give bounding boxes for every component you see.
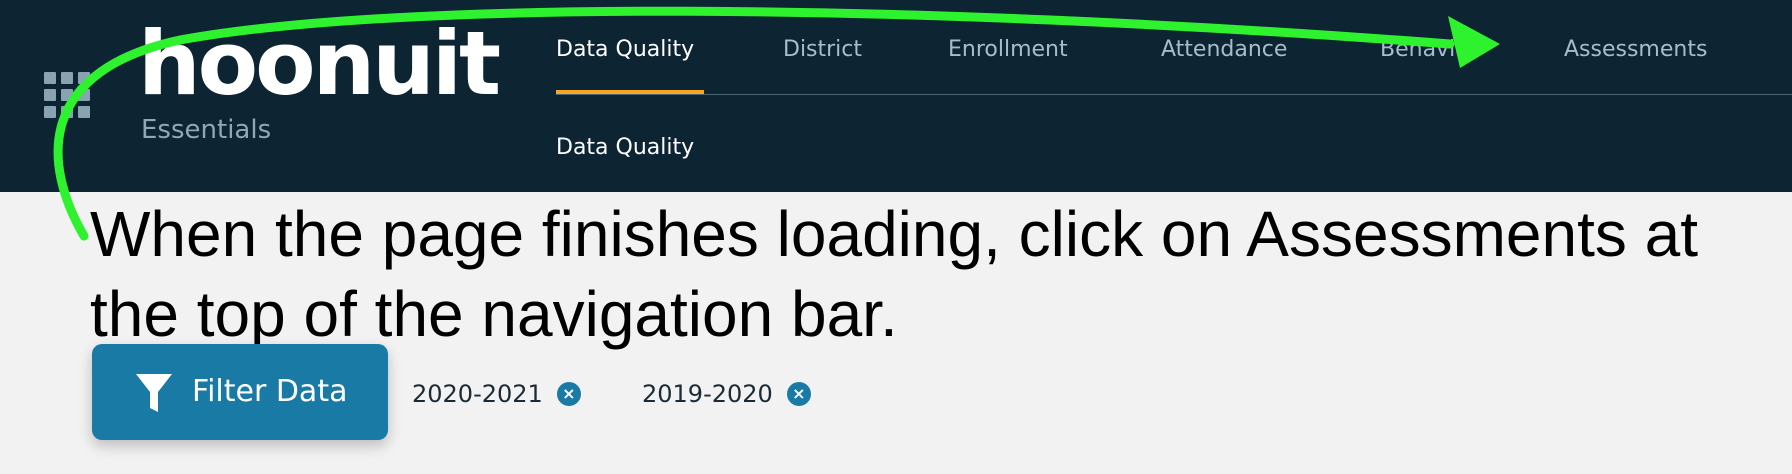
filter-chip-2019-2020: 2019-2020 × bbox=[642, 374, 811, 414]
nav-tab-data-quality[interactable]: Data Quality bbox=[556, 30, 694, 70]
filter-chip-label: 2020-2021 bbox=[412, 380, 543, 408]
instruction-text: When the page finishes loading, click on… bbox=[90, 198, 1698, 350]
filter-data-button[interactable]: Filter Data bbox=[92, 344, 388, 440]
brand-logo[interactable]: hoonuit bbox=[138, 14, 501, 114]
active-tab-underline bbox=[556, 90, 704, 94]
close-icon[interactable]: × bbox=[556, 382, 581, 406]
nav-tab-assessments[interactable]: Assessments bbox=[1564, 30, 1707, 70]
nav-tab-district[interactable]: District bbox=[783, 30, 862, 70]
nav-tab-behavior[interactable]: Behavior bbox=[1380, 30, 1478, 70]
filter-data-label: Filter Data bbox=[192, 374, 348, 409]
brand-subtitle: Essentials bbox=[141, 115, 272, 145]
subnav-data-quality[interactable]: Data Quality bbox=[556, 128, 694, 168]
top-header: hoonuit Essentials Data Quality District… bbox=[0, 0, 1792, 192]
filter-chip-2020-2021: 2020-2021 × bbox=[412, 374, 581, 414]
nav-divider bbox=[556, 94, 1792, 95]
nav-tab-attendance[interactable]: Attendance bbox=[1161, 30, 1287, 70]
nav-tab-enrollment[interactable]: Enrollment bbox=[948, 30, 1068, 70]
apps-grid-icon[interactable] bbox=[44, 72, 92, 120]
close-icon[interactable]: × bbox=[786, 382, 811, 406]
filter-icon bbox=[136, 374, 172, 412]
page: hoonuit Essentials Data Quality District… bbox=[0, 0, 1792, 474]
filter-chip-label: 2019-2020 bbox=[642, 380, 773, 408]
